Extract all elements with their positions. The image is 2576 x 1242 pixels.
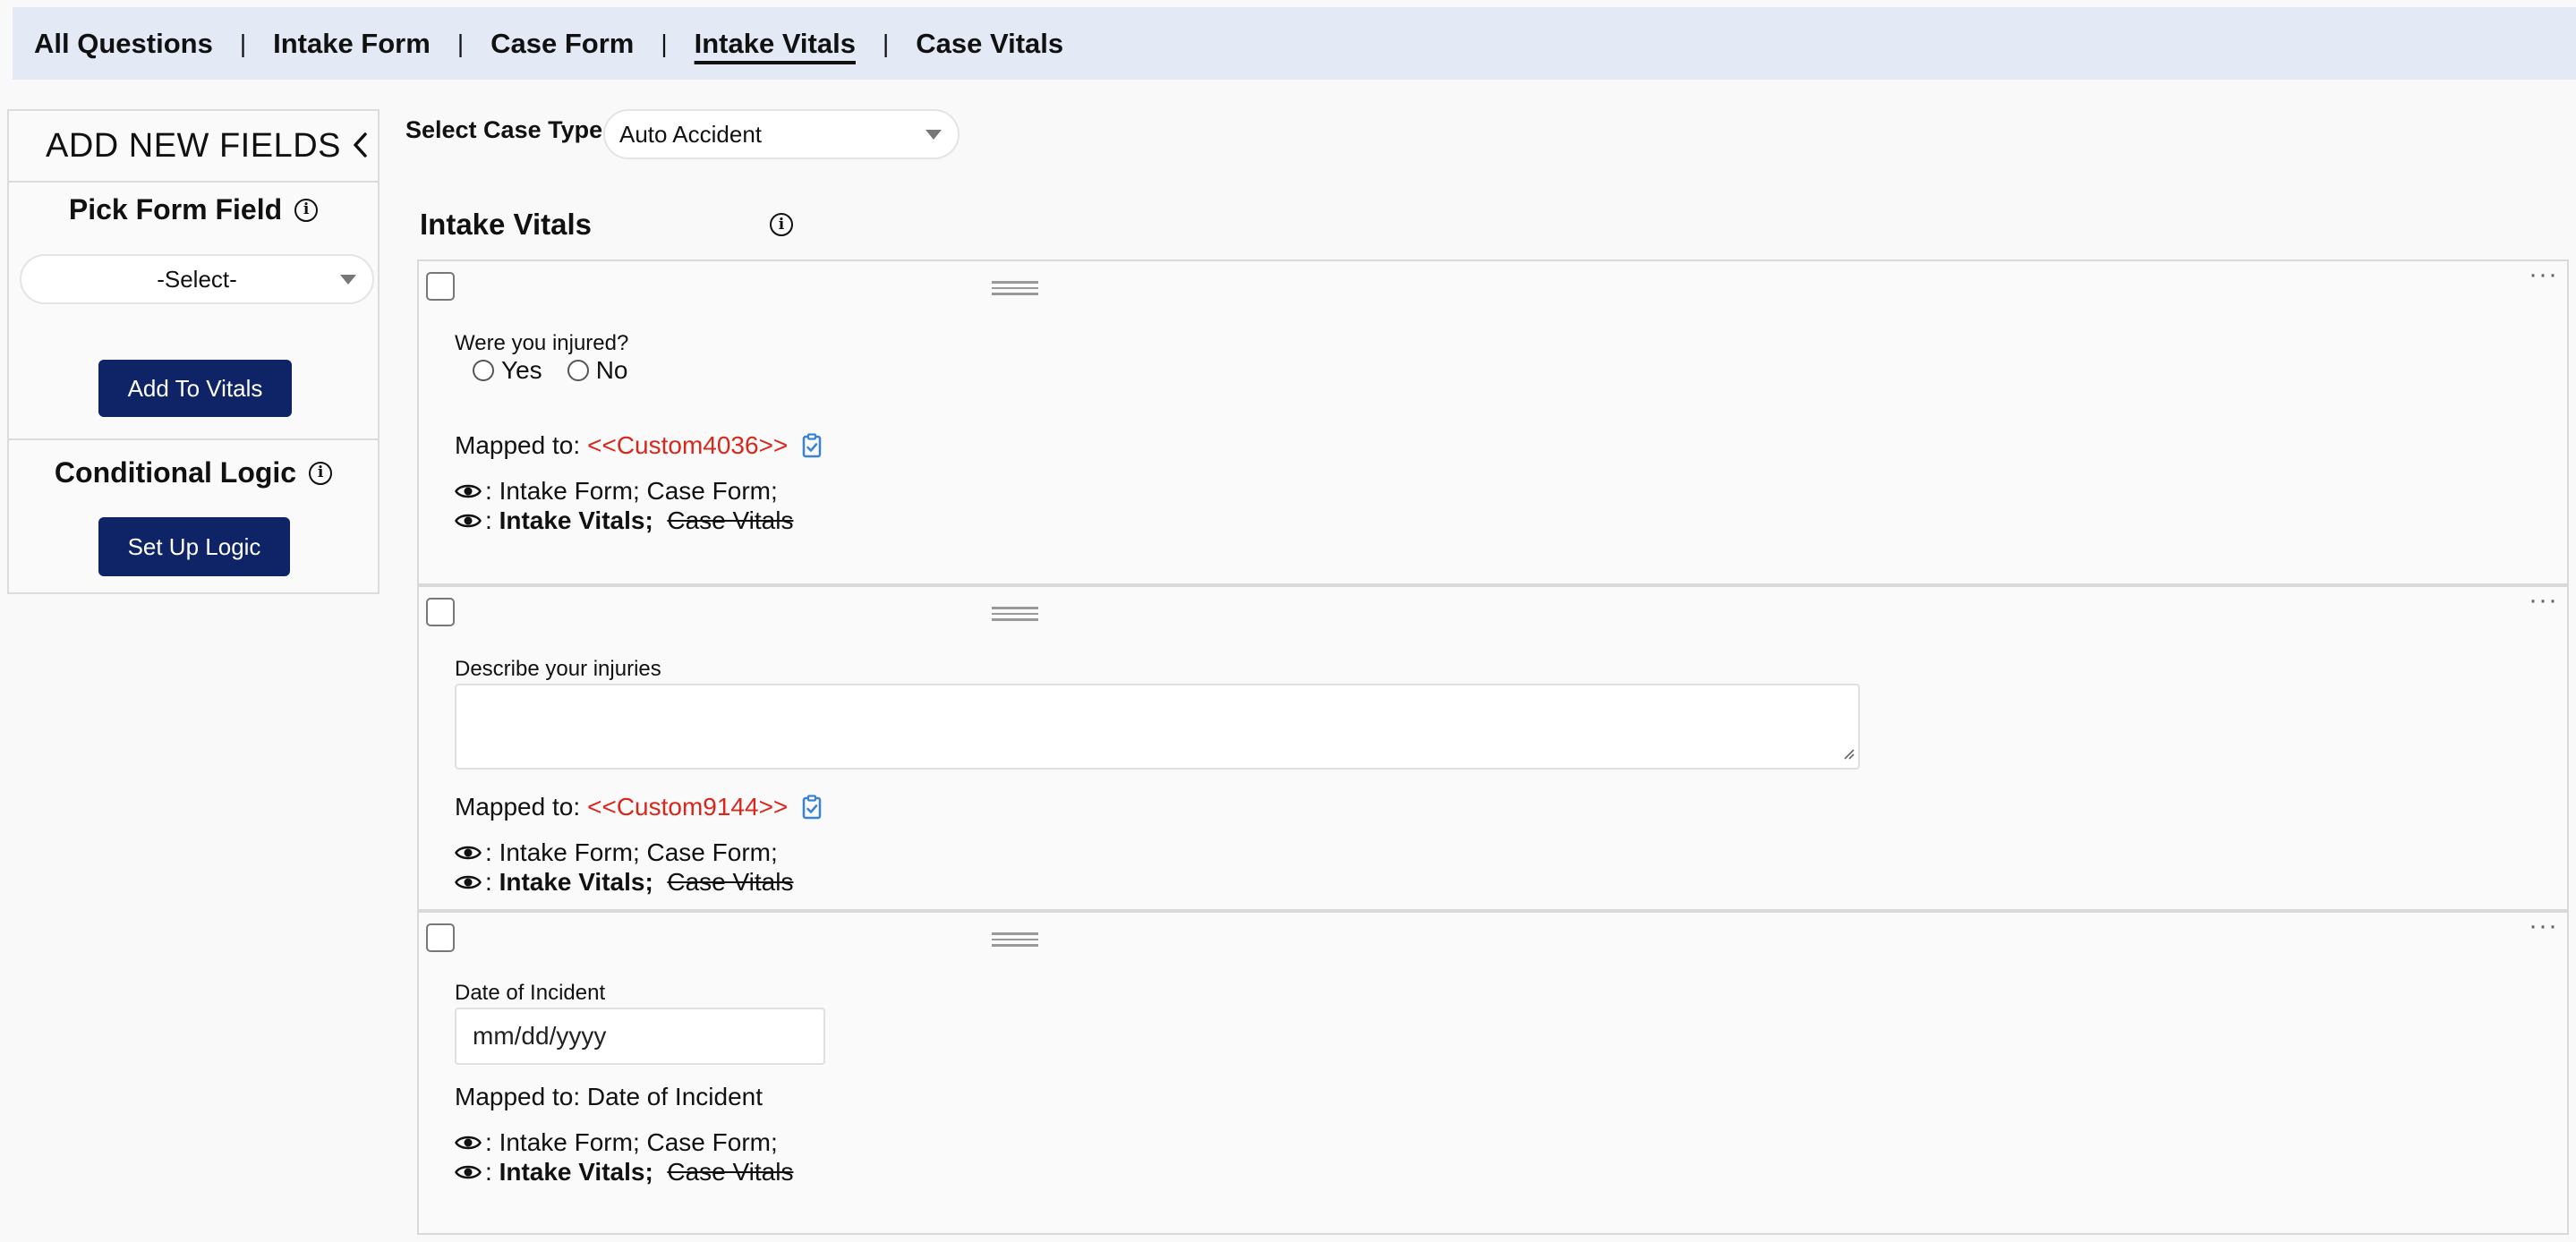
conditional-logic-label: Conditional Logic: [54, 456, 297, 489]
visibility-info: : Intake Form; Case Form; : Intake Vital…: [455, 476, 793, 535]
tab-case-vitals[interactable]: Case Vitals: [916, 28, 1063, 60]
more-options-icon[interactable]: ···: [2529, 587, 2558, 614]
visibility-colon: :: [485, 1128, 492, 1156]
nav-separator: |: [661, 29, 668, 57]
panel-header: ADD NEW FIELDS: [9, 111, 378, 183]
add-fields-panel: ADD NEW FIELDS Pick Form Field i -Select…: [7, 109, 380, 594]
mapped-to-line: Mapped to: Date of Incident: [455, 1083, 763, 1111]
visibility-forms: Intake Form; Case Form;: [499, 1128, 778, 1156]
caret-down-icon: [925, 130, 942, 140]
mapped-to-label: Mapped to: Date of Incident: [455, 1083, 763, 1110]
eye-icon: [455, 1163, 482, 1181]
field-card-were-you-injured: ··· Were you injured? Yes No Mapped to: …: [417, 259, 2569, 585]
date-input-placeholder: mm/dd/yyyy: [473, 1022, 607, 1050]
conditional-logic-heading: Conditional Logic i: [9, 456, 378, 489]
visibility-colon: :: [485, 1158, 492, 1186]
nav-separator: |: [456, 29, 465, 57]
info-icon[interactable]: i: [309, 461, 333, 485]
more-options-icon[interactable]: ···: [2529, 261, 2558, 288]
mapped-to-line: Mapped to: <<Custom9144>>: [455, 793, 822, 821]
case-type-label: Select Case Type: [405, 116, 603, 143]
visibility-case-vitals-struck: Case Vitals: [667, 506, 794, 534]
nav-separator: |: [239, 29, 247, 57]
form-field-select-value: -Select-: [157, 265, 237, 293]
visibility-forms: Intake Form; Case Form;: [499, 477, 778, 505]
radio-yes[interactable]: [473, 360, 494, 381]
radio-no[interactable]: [567, 360, 589, 381]
visibility-intake-vitals: Intake Vitals;: [499, 506, 653, 534]
add-to-vitals-button[interactable]: Add To Vitals: [98, 360, 292, 417]
visibility-colon: :: [485, 838, 492, 866]
eye-icon: [455, 512, 482, 530]
mapped-to-line: Mapped to: <<Custom4036>>: [455, 431, 822, 460]
visibility-intake-vitals: Intake Vitals;: [499, 1158, 653, 1186]
visibility-info: : Intake Form; Case Form; : Intake Vital…: [455, 838, 793, 897]
visibility-info: : Intake Form; Case Form; : Intake Vital…: [455, 1127, 793, 1187]
field-question-label: Date of Incident: [455, 981, 606, 1005]
resize-grip-icon[interactable]: [1842, 747, 1855, 764]
eye-icon: [455, 1134, 482, 1152]
top-navigation: All Questions | Intake Form | Case Form …: [13, 7, 2576, 80]
info-icon[interactable]: i: [770, 213, 793, 236]
mapped-token: <<Custom4036>>: [587, 431, 789, 459]
mapped-to-label: Mapped to:: [455, 793, 581, 821]
chevron-left-icon[interactable]: [347, 127, 372, 163]
select-field-checkbox[interactable]: [426, 272, 455, 301]
drag-handle-icon[interactable]: [992, 281, 1038, 299]
eye-icon: [455, 873, 482, 891]
field-question-label: Describe your injuries: [455, 657, 661, 681]
radio-no-label: No: [595, 356, 628, 384]
visibility-intake-vitals: Intake Vitals;: [499, 868, 653, 896]
yes-no-radio-group: Yes No: [473, 356, 653, 385]
pick-form-field-label: Pick Form Field: [68, 193, 283, 225]
page-title: Intake Vitals: [420, 208, 592, 241]
panel-title: ADD NEW FIELDS: [45, 126, 342, 165]
date-input[interactable]: mm/dd/yyyy: [455, 1008, 825, 1065]
nav-separator: |: [882, 29, 890, 57]
tab-intake-vitals[interactable]: Intake Vitals: [695, 28, 856, 60]
radio-yes-label: Yes: [501, 356, 542, 384]
case-type-select[interactable]: Auto Accident: [603, 109, 960, 159]
mapped-to-label: Mapped to:: [455, 431, 581, 459]
visibility-colon: :: [485, 477, 492, 505]
visibility-case-vitals-struck: Case Vitals: [667, 1158, 794, 1186]
tab-all-questions[interactable]: All Questions: [34, 28, 213, 60]
pick-form-field-heading: Pick Form Field i: [9, 193, 378, 226]
tab-case-form[interactable]: Case Form: [490, 28, 634, 60]
tab-intake-form[interactable]: Intake Form: [273, 28, 431, 60]
field-card-date-of-incident: ··· Date of Incident mm/dd/yyyy Mapped t…: [417, 911, 2569, 1235]
caret-down-icon: [340, 275, 356, 285]
injuries-textarea[interactable]: [455, 684, 1860, 770]
visibility-colon: :: [485, 506, 492, 534]
clipboard-check-icon[interactable]: [802, 433, 822, 458]
eye-icon: [455, 844, 482, 862]
mapped-token: <<Custom9144>>: [587, 793, 789, 821]
info-icon[interactable]: i: [294, 198, 319, 222]
more-options-icon[interactable]: ···: [2529, 913, 2558, 940]
form-field-select[interactable]: -Select-: [20, 254, 374, 304]
clipboard-check-icon[interactable]: [802, 795, 822, 820]
visibility-case-vitals-struck: Case Vitals: [667, 868, 794, 896]
visibility-colon: :: [485, 868, 492, 896]
select-field-checkbox[interactable]: [426, 598, 455, 626]
drag-handle-icon[interactable]: [992, 932, 1038, 950]
drag-handle-icon[interactable]: [992, 607, 1038, 625]
field-question-label: Were you injured?: [455, 331, 629, 355]
case-type-value: Auto Accident: [619, 120, 762, 148]
divider: [9, 438, 378, 440]
visibility-forms: Intake Form; Case Form;: [499, 838, 778, 866]
set-up-logic-button[interactable]: Set Up Logic: [98, 517, 290, 576]
select-field-checkbox[interactable]: [426, 923, 455, 952]
field-card-describe-injuries: ··· Describe your injuries Mapped to: <<…: [417, 585, 2569, 911]
eye-icon: [455, 482, 482, 500]
